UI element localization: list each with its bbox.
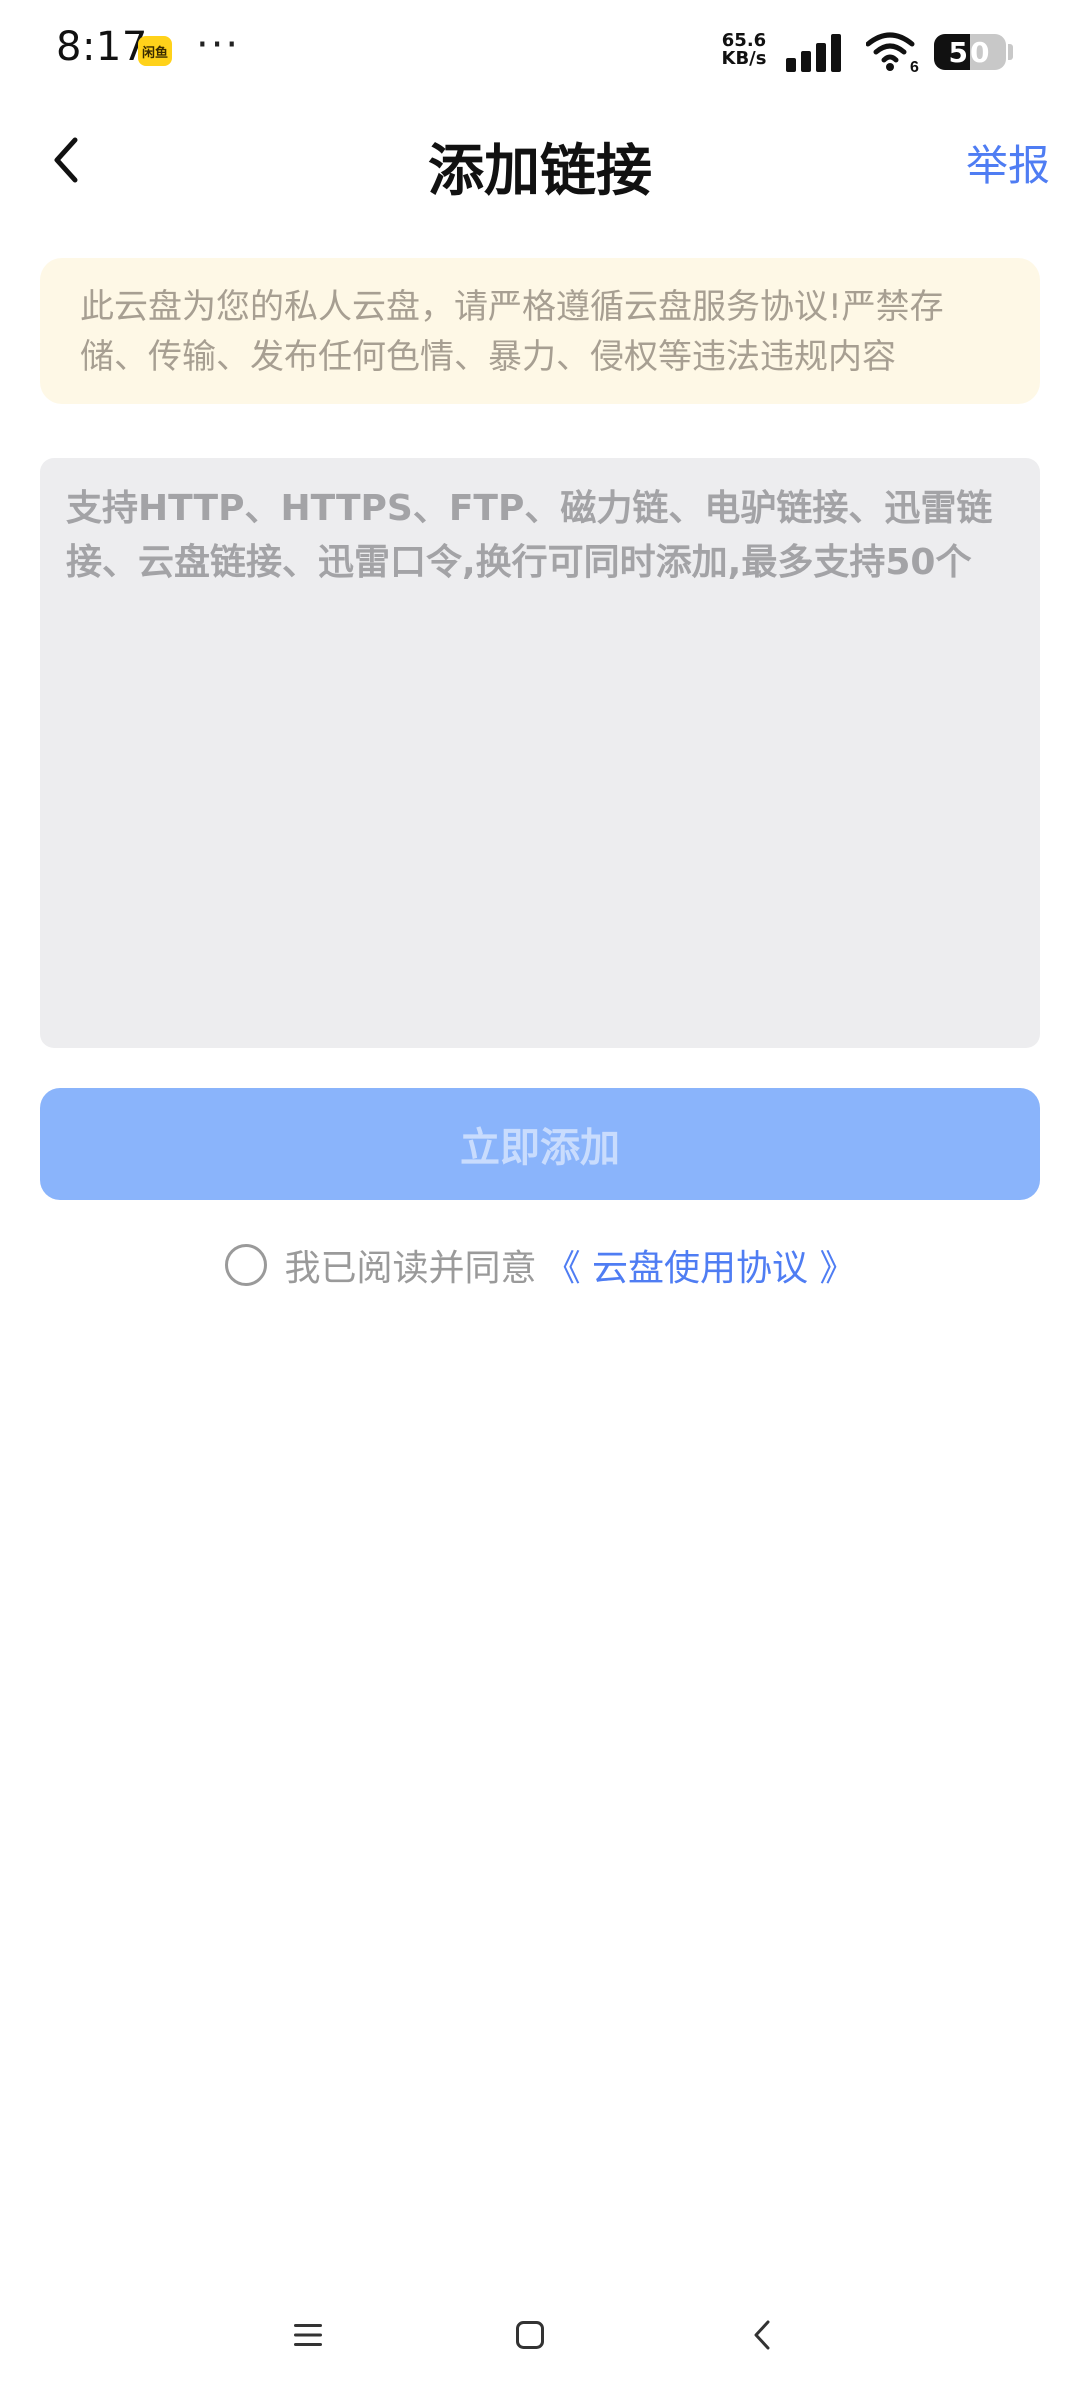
cloud-usage-agreement-link[interactable]: 《 云盘使用协议 》 — [545, 1239, 856, 1291]
agreement-radio[interactable] — [224, 1244, 267, 1286]
nav-menu-button[interactable] — [278, 2310, 338, 2360]
chevron-left-icon — [54, 137, 78, 183]
signal-icon — [786, 34, 841, 72]
network-speed: 65.6 KB/s — [716, 32, 772, 68]
back-button[interactable] — [36, 130, 96, 190]
more-notifications-icon: ··· — [196, 22, 241, 68]
notice-text: 此云盘为您的私人云盘，请严格遵循云盘服务协议!严禁存储、传输、发布任何色情、暴力… — [80, 287, 944, 377]
wifi-icon: 6 — [866, 32, 919, 74]
link-input[interactable] — [40, 458, 1040, 1048]
xianyu-app-icon: 闲鱼 — [138, 36, 172, 66]
status-bar: 8:17 闲鱼 ··· 65.6 KB/s 6 50 — [0, 0, 1080, 110]
add-now-button[interactable]: 立即添加 — [40, 1088, 1040, 1200]
page-title: 添加链接 — [428, 139, 652, 204]
battery-label: 50 — [948, 35, 992, 69]
agreement-text: 我已阅读并同意 — [284, 1248, 537, 1289]
home-icon — [516, 2321, 544, 2349]
wifi-badge: 6 — [910, 59, 919, 74]
system-nav-bar — [0, 2290, 1080, 2380]
report-button[interactable]: 举报 — [966, 132, 1050, 193]
app-header: 添加链接 举报 — [0, 110, 1080, 210]
back-icon — [754, 2320, 770, 2350]
battery-tip — [1008, 44, 1013, 60]
notice-banner: 此云盘为您的私人云盘，请严格遵循云盘服务协议!严禁存储、传输、发布任何色情、暴力… — [40, 258, 1040, 404]
status-time: 8:17 — [56, 24, 148, 70]
battery-icon: 50 — [934, 34, 1006, 70]
nav-back-button[interactable] — [732, 2310, 792, 2360]
menu-icon — [294, 2324, 322, 2346]
agreement-row: 我已阅读并同意 《 云盘使用协议 》 — [0, 1240, 1080, 1290]
nav-home-button[interactable] — [500, 2310, 560, 2360]
network-speed-unit: KB/s — [721, 48, 767, 69]
